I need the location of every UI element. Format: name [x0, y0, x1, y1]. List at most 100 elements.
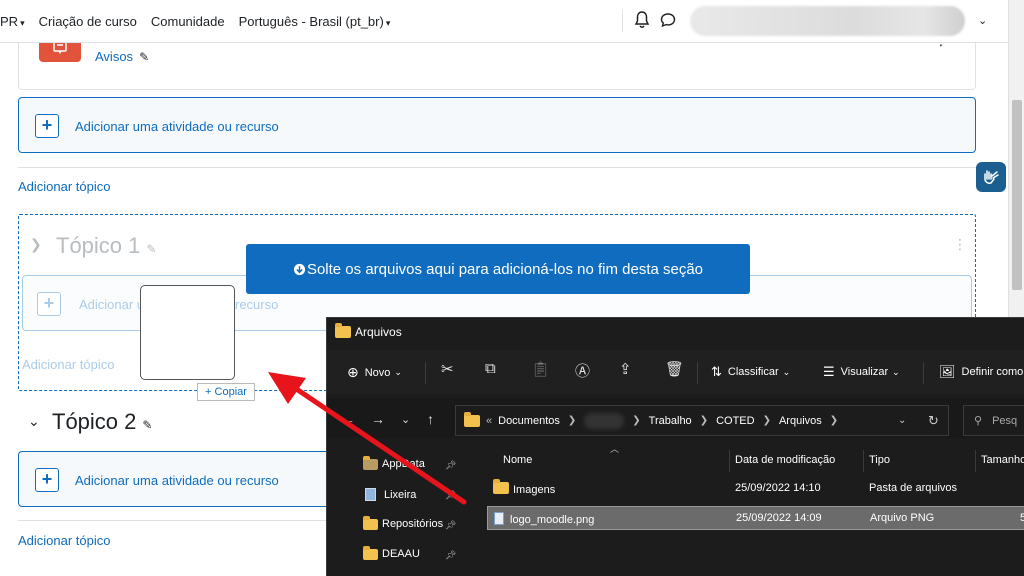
sidebar-item-appdata[interactable]: AppData — [363, 455, 425, 470]
new-label: Novo — [364, 366, 391, 379]
search-input[interactable]: ⚲ Pesq — [963, 405, 1024, 436]
breadcrumb-blurred[interactable] — [584, 412, 625, 429]
chevron-down-icon: ▾ — [385, 17, 391, 28]
breadcrumb-coted[interactable]: COTED — [716, 415, 755, 427]
sidebar-item-label: Repositórios — [382, 518, 444, 530]
paste-icon[interactable]: 📋︎ — [531, 360, 550, 378]
top-navbar: PR ▾ Criação de curso Comunidade Portuguê… — [0, 0, 1008, 43]
add-activity-button-topic2[interactable]: + Adicionar uma atividade ou recurso — [18, 451, 338, 507]
copy-icon[interactable]: ⧉ — [485, 360, 496, 377]
user-menu-blurred[interactable] — [690, 6, 965, 36]
add-topic-link[interactable]: Adicionar tópico — [18, 533, 111, 548]
file-name-cell: Imagens — [493, 479, 555, 496]
sidebar-item-lixeira[interactable]: Lixeira — [363, 488, 416, 501]
upload-icon — [293, 263, 306, 275]
bell-icon[interactable] — [634, 11, 650, 29]
add-activity-button[interactable]: + Adicionar uma atividade ou recurso — [18, 97, 976, 153]
sidebar-item-label: Lixeira — [384, 488, 417, 501]
file-type: Pasta de arquivos — [869, 482, 958, 494]
drop-files-text: Solte os arquivos aqui para adicioná-los… — [306, 260, 704, 278]
sort-icon: ⇅ — [711, 364, 722, 379]
folder-icon — [363, 545, 378, 560]
view-label: Visualizar — [840, 366, 889, 378]
sort-button[interactable]: ⇅ Classificar ⌄ — [711, 364, 790, 380]
pencil-icon[interactable]: ✎ — [146, 242, 156, 256]
plus-icon: + — [35, 468, 59, 492]
accessibility-hands-icon[interactable] — [976, 162, 1006, 192]
plus-circle-icon: ⊕ — [347, 364, 359, 380]
menu-pr[interactable]: PR ▾ — [0, 14, 25, 29]
chat-icon[interactable] — [660, 12, 676, 28]
delete-icon[interactable]: 🗑︎ — [665, 360, 684, 378]
new-button[interactable]: ⊕ Novo ⌄ — [347, 364, 402, 381]
folder-icon — [363, 455, 378, 470]
add-activity-label-faded: Adicionar u — [79, 297, 145, 312]
up-arrow-icon[interactable]: ↑ — [427, 411, 434, 427]
nav-community[interactable]: Comunidade — [151, 14, 225, 29]
add-activity-label: Adicionar uma atividade ou recurso — [75, 119, 279, 134]
column-name[interactable]: Nome — [503, 454, 532, 466]
pin-icon[interactable]: 📌︎ — [445, 490, 456, 501]
toolbar-divider — [425, 362, 426, 384]
set-as-button[interactable]: 🖼︎ Definir como — [939, 364, 1023, 380]
back-arrow-icon[interactable]: ← — [341, 411, 355, 427]
file-name: logo_moodle.png — [510, 514, 595, 526]
topic1-title: Tópico 1 ✎ — [56, 233, 156, 259]
refresh-icon[interactable]: ↻ — [928, 413, 939, 429]
column-modified[interactable]: Data de modificação — [735, 454, 835, 466]
pin-icon[interactable]: 📌︎ — [445, 550, 456, 561]
chevron-right-icon: ❯ — [699, 415, 709, 426]
share-icon[interactable]: ⇪ — [619, 360, 632, 378]
announcements-link[interactable]: Avisos ✎ — [95, 49, 149, 64]
chevron-down-icon[interactable]: ⌄ — [401, 413, 410, 426]
kebab-menu-icon[interactable]: ⋮ — [953, 236, 967, 253]
file-row[interactable]: Imagens 25/09/2022 14:10 Pasta de arquiv… — [487, 477, 1024, 501]
rename-icon[interactable]: Ⓐ — [575, 360, 590, 381]
chevron-right-icon: ❯ — [829, 415, 839, 426]
pin-icon[interactable]: 📌︎ — [445, 520, 456, 531]
sidebar-item-deaau[interactable]: DEAAU — [363, 545, 420, 560]
breadcrumb-files[interactable]: Arquivos — [779, 415, 822, 427]
cut-icon[interactable]: ✂ — [441, 360, 454, 378]
view-button[interactable]: ☰ Visualizar ⌄ — [823, 364, 900, 380]
address-bar[interactable]: « Documentos ❯ ❯ Trabalho ❯ COTED ❯ Arqu… — [455, 405, 949, 436]
chevron-down-icon[interactable]: ⌄ — [978, 14, 987, 27]
file-row-selected[interactable]: logo_moodle.png 25/09/2022 14:09 Arquivo… — [487, 506, 1024, 530]
drag-preview — [140, 285, 235, 380]
forward-arrow-icon[interactable]: → — [371, 411, 385, 427]
drop-files-message: Solte os arquivos aqui para adicioná-los… — [246, 244, 750, 294]
column-type[interactable]: Tipo — [869, 454, 890, 466]
file-explorer-window: Arquivos ⊕ Novo ⌄ ✂ ⧉ 📋︎ Ⓐ ⇪ 🗑︎ ⇅ Classific… — [326, 317, 1024, 576]
pin-icon[interactable]: 📌︎ — [445, 460, 456, 471]
file-modified: 25/09/2022 14:10 — [735, 482, 821, 494]
chevron-down-icon[interactable]: ⌄ — [898, 415, 906, 426]
column-size[interactable]: Tamanho — [981, 454, 1024, 466]
search-icon: ⚲ — [974, 415, 983, 427]
add-topic-link[interactable]: Adicionar tópico — [18, 179, 111, 194]
nav-course-creation[interactable]: Criação de curso — [39, 14, 137, 29]
chevron-down-icon: ⌄ — [782, 366, 791, 377]
language-menu[interactable]: Português - Brasil (pt_br) ▾ — [239, 14, 391, 29]
topic1-title-text: Tópico 1 — [56, 233, 141, 258]
sidebar-item-repositorios[interactable]: Repositórios — [363, 515, 444, 530]
sort-up-icon: ︿ — [610, 444, 620, 454]
breadcrumb-documents[interactable]: Documentos — [498, 415, 560, 427]
section-divider — [18, 167, 976, 168]
column-divider[interactable] — [729, 450, 730, 472]
pencil-icon[interactable]: ✎ — [139, 50, 149, 64]
toolbar-divider — [697, 362, 698, 384]
chevron-down-icon[interactable]: ❯ — [30, 236, 42, 253]
scrollbar-thumb[interactable] — [1012, 100, 1022, 290]
column-divider[interactable] — [975, 450, 976, 472]
column-headers: ︿ Nome Data de modificação Tipo Tamanho — [487, 444, 1024, 472]
folder-icon — [363, 515, 378, 530]
pencil-icon[interactable]: ✎ — [142, 418, 152, 432]
chevron-right-icon: ❯ — [567, 415, 577, 426]
chevron-down-icon[interactable]: ⌄ — [28, 413, 40, 430]
chevron-right-icon: ❯ — [632, 415, 641, 426]
column-divider[interactable] — [863, 450, 864, 472]
breadcrumb-work[interactable]: Trabalho — [649, 415, 692, 427]
add-topic-link-faded[interactable]: Adicionar tópico — [22, 357, 115, 372]
breadcrumb-overflow[interactable]: « — [486, 415, 492, 427]
add-activity-label-faded-end: recurso — [235, 297, 279, 312]
